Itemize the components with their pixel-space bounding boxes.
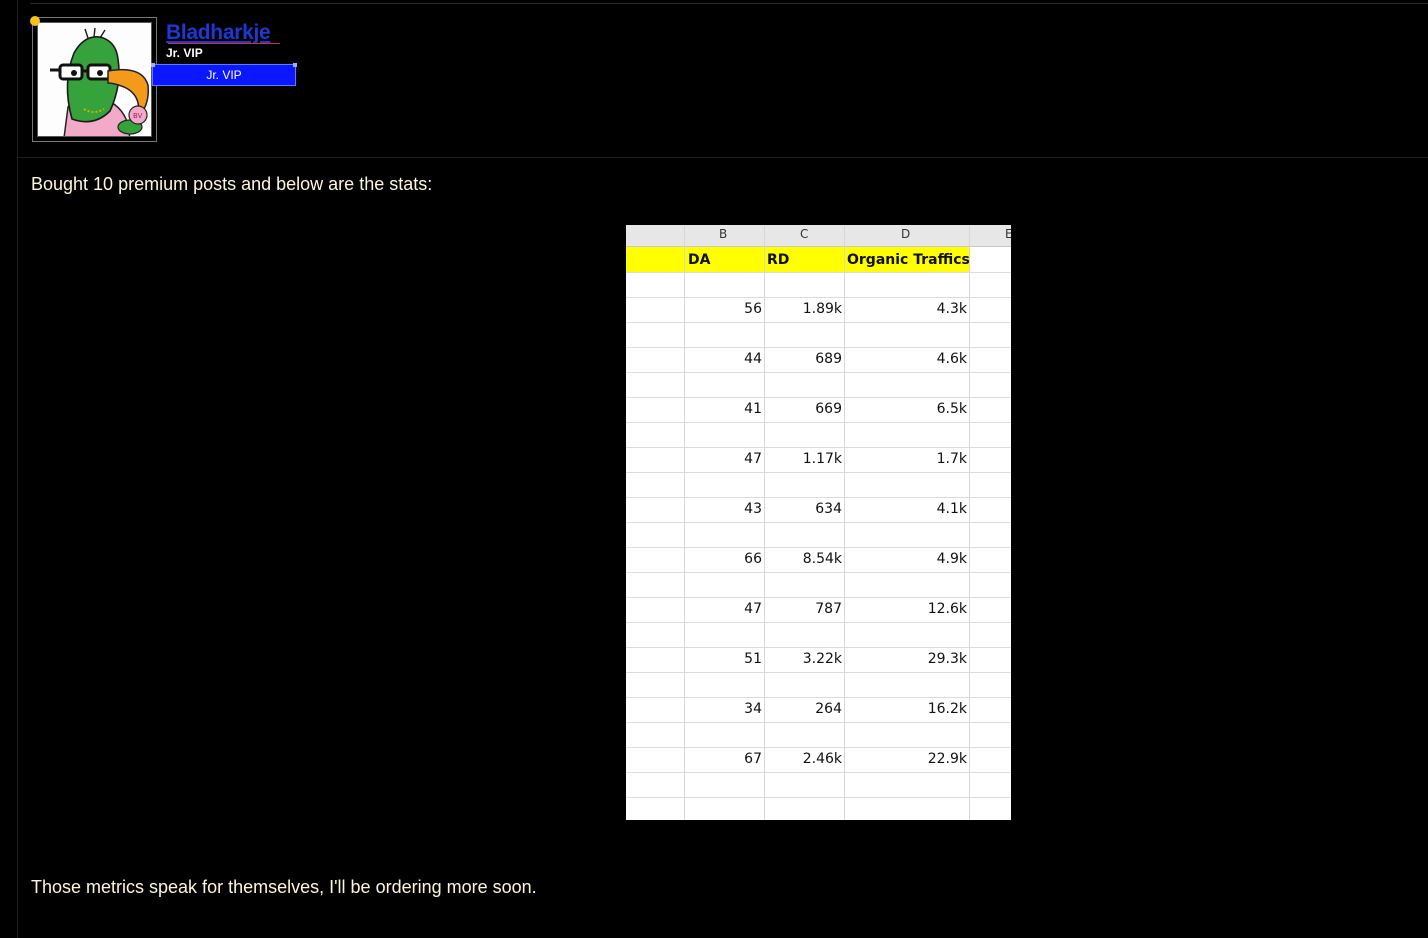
grid-row-line	[626, 647, 1011, 648]
column-letter: E	[1005, 227, 1011, 241]
grid-row-line	[626, 497, 1011, 498]
username-underline-accent	[168, 43, 280, 44]
parrot-avatar-icon: BV	[38, 23, 151, 136]
grid-row-line	[626, 297, 1011, 298]
cell-traffic: 4.3k	[936, 301, 967, 317]
cell-traffic: 1.7k	[936, 451, 967, 467]
grid-row-line	[626, 322, 1011, 323]
cell-da: 67	[744, 751, 762, 767]
grid-row-line	[626, 797, 1011, 798]
cell-traffic: 22.9k	[927, 751, 967, 767]
grid-row-line	[626, 372, 1011, 373]
column-letter: C	[800, 227, 809, 241]
role-badge-label: Jr. VIP	[206, 68, 242, 82]
cell-rd: 264	[815, 701, 842, 717]
cell-rd: 1.17k	[802, 451, 842, 467]
cell-da: 34	[744, 701, 762, 717]
grid-row-line	[626, 672, 1011, 673]
column-letter: B	[719, 227, 728, 241]
avatar-image: BV	[37, 22, 152, 137]
grid-row-line	[626, 422, 1011, 423]
cell-traffic: 4.9k	[936, 551, 967, 567]
grid-row-line	[626, 697, 1011, 698]
online-status-icon	[30, 16, 40, 26]
grid-row-line	[626, 272, 1011, 273]
user-title: Jr. VIP	[166, 46, 203, 60]
cell-rd: 1.89k	[802, 301, 842, 317]
grid-row-line	[626, 547, 1011, 548]
cell-da: 41	[744, 401, 762, 417]
badge-corner-dot	[151, 63, 155, 67]
cell-da: 44	[744, 351, 762, 367]
stats-spreadsheet-image: B C D E DA RD Organic Traffics 56 1.89k 4.…	[626, 225, 1011, 820]
cell-traffic: 16.2k	[927, 701, 967, 717]
post-top-border	[30, 3, 1428, 4]
cell-rd: 689	[815, 351, 842, 367]
cell-rd: 3.22k	[802, 651, 842, 667]
cell-da: 43	[744, 501, 762, 517]
user-avatar[interactable]: BV	[32, 17, 157, 142]
role-badge: Jr. VIP	[151, 63, 297, 86]
cell-traffic: 4.6k	[936, 351, 967, 367]
cell-rd: 8.54k	[802, 551, 842, 567]
cell-da: 51	[744, 651, 762, 667]
cell-da: 66	[744, 551, 762, 567]
grid-row-line	[626, 472, 1011, 473]
cell-rd: 669	[815, 401, 842, 417]
cell-da: 47	[744, 451, 762, 467]
cell-traffic: 4.1k	[936, 501, 967, 517]
grid-row-line	[626, 722, 1011, 723]
grid-row-line	[626, 622, 1011, 623]
grid-row-line	[626, 597, 1011, 598]
column-letter: D	[901, 227, 911, 241]
grid-row-line	[626, 347, 1011, 348]
header-rd: RD	[767, 252, 790, 268]
svg-text:BV: BV	[133, 112, 143, 120]
cell-da: 56	[744, 301, 762, 317]
grid-row-line	[626, 572, 1011, 573]
cell-traffic: 29.3k	[927, 651, 967, 667]
cell-rd: 634	[815, 501, 842, 517]
post-header-divider	[17, 157, 1428, 158]
grid-row-line	[626, 747, 1011, 748]
post-outro-text: Those metrics speak for themselves, I'll…	[31, 877, 537, 897]
badge-corner-dot	[293, 63, 297, 67]
cell-da: 47	[744, 601, 762, 617]
cell-traffic: 6.5k	[936, 401, 967, 417]
grid-row-line	[626, 397, 1011, 398]
cell-rd: 787	[815, 601, 842, 617]
post-intro-text: Bought 10 premium posts and below are th…	[31, 174, 433, 194]
post-left-rail	[17, 0, 18, 938]
grid-row-line	[626, 772, 1011, 773]
grid-row-line	[626, 447, 1011, 448]
header-organic-traffic: Organic Traffics	[847, 252, 970, 268]
cell-rd: 2.46k	[802, 751, 842, 767]
header-da: DA	[688, 252, 711, 268]
grid-row-line	[626, 522, 1011, 523]
cell-traffic: 12.6k	[927, 601, 967, 617]
username-link[interactable]: Bladharkje	[166, 21, 271, 45]
